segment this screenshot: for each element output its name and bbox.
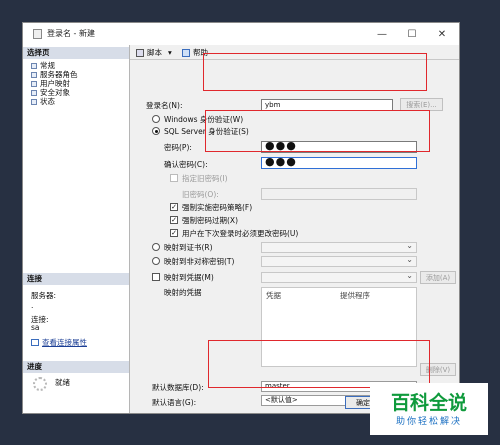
specify-old-password-label: 指定旧密码(I): [182, 174, 228, 183]
page-icon: [31, 62, 37, 69]
credential-dropdown[interactable]: [261, 271, 417, 283]
select-page-header: 选择页: [23, 47, 129, 59]
window-title: 登录名 - 新建: [47, 29, 95, 38]
page-icon: [31, 80, 37, 87]
page-securables[interactable]: 安全对象: [31, 88, 70, 97]
map-asymmetric-key-radio[interactable]: [152, 257, 160, 265]
windows-auth-radio[interactable]: [152, 115, 160, 123]
help-icon: [182, 48, 190, 57]
help-label: 帮助: [193, 48, 208, 57]
view-props-link[interactable]: 查看连接属性: [42, 337, 87, 348]
properties-icon: [31, 339, 39, 346]
minimize-button[interactable]: —: [367, 23, 397, 45]
page-label: 用户映射: [40, 79, 70, 88]
progress-header: 进度: [23, 361, 129, 373]
progress-status: 就绪: [55, 378, 70, 387]
map-asymmetric-key-label: 映射到非对称密钥(T): [164, 257, 235, 266]
map-certificate-label: 映射到证书(R): [164, 243, 213, 252]
confirm-password-label: 确认密码(C):: [164, 160, 208, 169]
login-new-window: 登录名 - 新建 — ☐ ✕ 选择页 常规 服务器角色 用户映射 安全对象 状态…: [22, 22, 460, 414]
window-icon: [33, 29, 42, 39]
map-credential-label: 映射到凭据(M): [164, 273, 214, 282]
script-button[interactable]: 脚本 ▾: [136, 47, 172, 58]
old-password-input[interactable]: [261, 188, 417, 200]
dropdown-arrow-icon: ▾: [168, 48, 172, 57]
enforce-expiration-checkbox[interactable]: ✓: [170, 216, 178, 224]
sql-auth-label: SQL Server 身份验证(S): [164, 127, 249, 136]
close-button[interactable]: ✕: [427, 23, 457, 45]
enforce-expiration-label: 强制密码过期(X): [182, 216, 238, 225]
maximize-button[interactable]: ☐: [397, 23, 427, 45]
map-credential-checkbox[interactable]: [152, 273, 160, 281]
sql-auth-radio[interactable]: [152, 127, 160, 135]
watermark-subtitle: 助你轻松解决: [395, 416, 462, 427]
page-label: 状态: [40, 97, 55, 106]
page-label: 安全对象: [40, 88, 70, 97]
help-button[interactable]: 帮助: [182, 47, 208, 58]
enforce-policy-checkbox[interactable]: ✓: [170, 203, 178, 211]
mapped-credentials-label: 映射的凭据: [164, 288, 202, 297]
watermark-logo: 百科全说 助你轻松解决: [370, 383, 488, 435]
old-password-label: 旧密码(O):: [182, 190, 219, 199]
mapped-credentials-grid[interactable]: 凭据 提供程序: [261, 287, 417, 367]
script-icon: [136, 48, 144, 57]
page-icon: [31, 98, 37, 105]
progress-spinner-icon: [33, 377, 47, 391]
credential-column-header: 凭据: [266, 291, 281, 300]
watermark-title: 百科全说: [390, 391, 467, 414]
must-change-label: 用户在下次登录时必须更改密码(U): [182, 229, 299, 238]
windows-auth-label: Windows 身份验证(W): [164, 115, 244, 124]
remove-button[interactable]: 删除(V): [420, 363, 456, 376]
must-change-checkbox[interactable]: ✓: [170, 229, 178, 237]
toolbar: 脚本 ▾ 帮助: [130, 45, 459, 60]
confirm-password-input[interactable]: ●●●: [261, 157, 417, 169]
connection-value: sa: [31, 323, 40, 332]
page-user-mapping[interactable]: 用户映射: [31, 79, 70, 88]
asymmetric-key-dropdown[interactable]: [261, 255, 417, 267]
map-certificate-radio[interactable]: [152, 243, 160, 251]
page-icon: [31, 71, 37, 78]
page-label: 常规: [40, 61, 55, 70]
add-button[interactable]: 添加(A): [420, 271, 456, 284]
specify-old-password-checkbox[interactable]: [170, 174, 178, 182]
page-status[interactable]: 状态: [31, 97, 55, 106]
page-icon: [31, 89, 37, 96]
login-name-label: 登录名(N):: [146, 101, 183, 110]
certificate-dropdown[interactable]: [261, 241, 417, 253]
login-name-input[interactable]: ybm: [261, 99, 393, 111]
enforce-policy-label: 强制实施密码策略(F): [182, 203, 253, 212]
page-server-roles[interactable]: 服务器角色: [31, 70, 78, 79]
connection-header: 连接: [23, 273, 129, 285]
page-general[interactable]: 常规: [31, 61, 55, 70]
script-label: 脚本: [147, 48, 162, 57]
view-connection-properties[interactable]: 查看连接属性: [31, 337, 87, 348]
search-button[interactable]: 搜索(E)...: [400, 98, 443, 111]
server-label: 服务器:: [31, 291, 57, 300]
password-label: 密码(P):: [164, 143, 192, 152]
main-panel: 脚本 ▾ 帮助 登录名(N): ybm 搜索(E)... Windows 身份验…: [130, 45, 459, 413]
left-panel: 选择页 常规 服务器角色 用户映射 安全对象 状态 连接 服务器: . 连接: …: [23, 45, 130, 413]
page-label: 服务器角色: [40, 70, 78, 79]
default-database-label: 默认数据库(D):: [152, 383, 204, 392]
default-language-label: 默认语言(G):: [152, 398, 197, 407]
server-value: .: [31, 301, 34, 310]
title-bar: 登录名 - 新建 — ☐ ✕: [23, 23, 459, 45]
provider-column-header: 提供程序: [340, 291, 370, 300]
password-input[interactable]: ●●●: [261, 141, 417, 153]
